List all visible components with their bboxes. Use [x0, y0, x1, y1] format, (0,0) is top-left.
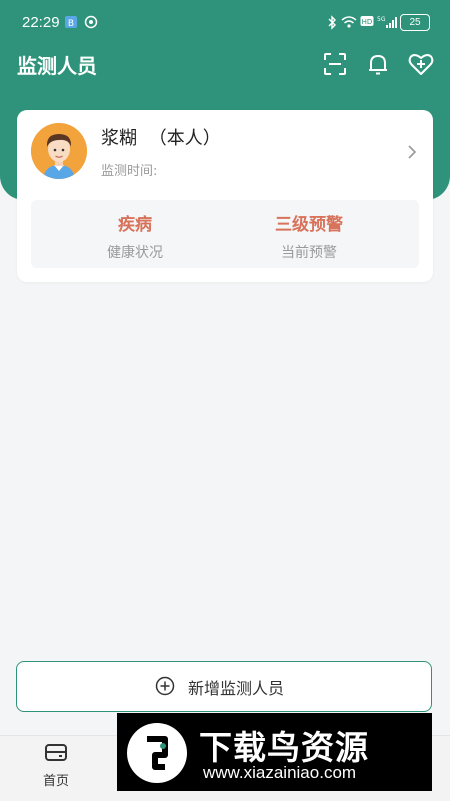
watermark-url: www.xiazainiao.com: [203, 763, 357, 782]
app-notification-icon: B: [65, 16, 77, 29]
warning-value: 三级预警: [275, 215, 343, 235]
tab-home-label: 首页: [42, 774, 69, 789]
chevron-right-icon[interactable]: [407, 144, 417, 160]
person-tag: （本人）: [148, 128, 221, 149]
android-notification-icon: [84, 15, 98, 29]
health-status-value: 疾病: [118, 215, 152, 235]
watermark: 下载鸟资源 www.xiazainiao.com: [117, 713, 432, 791]
add-monitor-person-button[interactable]: 新增监测人员: [16, 661, 432, 712]
warning-stat[interactable]: 三级预警 当前预警: [239, 210, 379, 262]
wifi-icon: [341, 16, 357, 28]
status-time: 22:29: [22, 14, 60, 31]
person-name-line: 浆糊 （本人）: [101, 124, 221, 150]
bluetooth-icon: [328, 15, 336, 30]
tab-home[interactable]: 首页: [28, 742, 84, 789]
home-icon: [45, 744, 67, 761]
hd-icon: HD: [360, 16, 374, 26]
page-title: 监测人员: [17, 54, 97, 78]
watermark-title: 下载鸟资源: [199, 728, 369, 767]
scan-icon[interactable]: [321, 50, 349, 78]
status-bar: 22:29 B HD 5G 25: [0, 0, 450, 46]
battery-icon: 25: [400, 14, 430, 31]
watermark-logo-icon: [127, 723, 187, 783]
avatar: [31, 123, 87, 179]
svg-text:HD: HD: [362, 18, 373, 26]
person-card[interactable]: 浆糊 （本人） 监测时间: 疾病 健康状况 三级预警 当前预警: [17, 110, 433, 282]
warning-label: 当前预警: [281, 245, 337, 261]
health-status-stat[interactable]: 疾病 健康状况: [65, 210, 205, 262]
svg-text:5G: 5G: [377, 16, 386, 23]
person-name: 浆糊: [101, 128, 137, 149]
stats-panel: 疾病 健康状况 三级预警 当前预警: [31, 200, 419, 268]
monitor-time-label: 监测时间:: [101, 164, 158, 179]
person-avatar-icon: [31, 123, 87, 179]
bell-icon[interactable]: [364, 50, 392, 78]
plus-circle-icon: [155, 676, 175, 696]
health-status-label: 健康状况: [107, 245, 163, 261]
signal-icon: 5G: [377, 16, 397, 28]
svg-text:B: B: [68, 19, 74, 29]
add-monitor-person-label: 新增监测人员: [188, 679, 285, 698]
heart-plus-icon[interactable]: [407, 50, 435, 78]
